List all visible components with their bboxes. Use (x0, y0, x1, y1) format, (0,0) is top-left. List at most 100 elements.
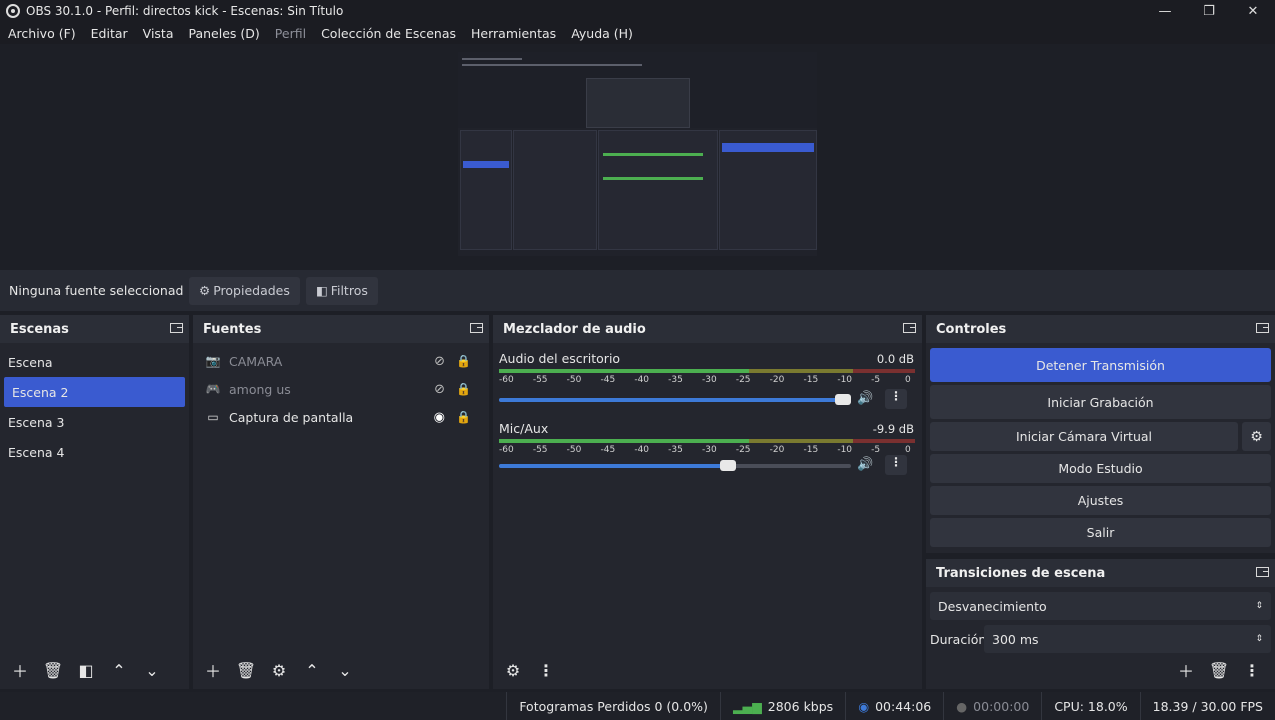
menu-paneles[interactable]: Paneles (D) (189, 26, 260, 41)
transitions-toolbar: ＋ 🗑 ⋮ (926, 651, 1275, 689)
source-toolbar: Ninguna fuente seleccionad ⚙ Propiedades … (0, 270, 1275, 311)
volume-slider[interactable] (499, 460, 851, 471)
meter-tick-label: -15 (803, 445, 819, 455)
scene-item[interactable]: Escena 3 (0, 407, 189, 437)
scene-item-selected[interactable]: Escena 2 (4, 377, 185, 407)
move-source-up-button[interactable]: ⌃ (298, 657, 326, 683)
minimize-button[interactable]: — (1143, 0, 1187, 22)
start-recording-button[interactable]: Iniciar Grabación (930, 385, 1271, 419)
transitions-title: Transiciones de escena (936, 565, 1106, 581)
stop-stream-button[interactable]: Detener Transmisión (930, 348, 1271, 382)
filters-button[interactable]: ◧ Filtros (305, 276, 378, 305)
add-scene-button[interactable]: ＋ (6, 657, 34, 683)
move-scene-down-button[interactable]: ⌄ (138, 657, 166, 683)
meter-ticks: -60 -55 -50 -45 -40 -35 -30 -25 -20 -15 -10 -5 0 (499, 445, 915, 457)
scene-item[interactable]: Escena 4 (0, 437, 189, 467)
menu-archivo[interactable]: Archivo (F) (8, 26, 76, 41)
menu-vista[interactable]: Vista (143, 26, 174, 41)
settings-button[interactable]: Ajustes (930, 486, 1271, 515)
no-source-selected-label: Ninguna fuente seleccionad (9, 283, 184, 298)
scene-filters-button[interactable]: ◧ (72, 657, 100, 683)
preview-scenes-panel (460, 130, 512, 250)
channel-menu-icon[interactable]: ⋮ (885, 455, 907, 475)
fps-status: 18.39 / 30.00 FPS (1139, 692, 1275, 720)
mixer-toolbar: ⚙ ⋮ (493, 651, 922, 689)
undock-icon[interactable] (170, 323, 183, 333)
meter-tick-label: -40 (634, 445, 650, 455)
studio-mode-button[interactable]: Modo Estudio (930, 454, 1271, 483)
undock-icon[interactable] (903, 323, 916, 333)
source-settings-button[interactable]: ⚙ (265, 657, 293, 683)
program-preview[interactable] (458, 52, 817, 256)
source-item[interactable]: 🎮 among us ⊘ 🔒 (193, 375, 489, 403)
remove-transition-button[interactable]: 🗑 (1205, 657, 1233, 683)
meter-ticks: -60 -55 -50 -45 -40 -35 -30 -25 -20 -15 -10 -5 0 (499, 375, 915, 387)
channel-db: -9.9 dB (872, 422, 914, 436)
eye-icon[interactable]: ◉ (434, 410, 445, 425)
undock-icon[interactable] (1256, 323, 1269, 333)
start-virtual-camera-button[interactable]: Iniciar Cámara Virtual (930, 422, 1238, 451)
source-item[interactable]: ▭ Captura de pantalla ◉ 🔒 (193, 403, 489, 431)
exit-button[interactable]: Salir (930, 518, 1271, 547)
menu-editar[interactable]: Editar (91, 26, 128, 41)
hidden-eye-icon[interactable]: ⊘ (434, 354, 445, 369)
spinner-arrows-icon[interactable]: ⇕ (1255, 634, 1263, 644)
meter-tick-label: -60 (499, 375, 514, 385)
preview-nested-capture (458, 52, 817, 128)
move-scene-up-button[interactable]: ⌃ (105, 657, 133, 683)
add-source-button[interactable]: ＋ (199, 657, 227, 683)
lock-icon[interactable]: 🔒 (456, 410, 471, 424)
filters-label: Filtros (330, 283, 368, 298)
move-source-down-button[interactable]: ⌄ (331, 657, 359, 683)
volume-meter (499, 369, 915, 373)
close-button[interactable]: ✕ (1231, 0, 1275, 22)
channel-menu-icon[interactable]: ⋮ (885, 389, 907, 409)
meter-tick-label: -5 (871, 445, 881, 455)
camera-icon: 📷 (205, 354, 221, 368)
speaker-icon[interactable]: 🔊 (857, 457, 873, 472)
obs-logo-icon (6, 4, 20, 18)
mixer-menu-icon[interactable]: ⋮ (532, 657, 560, 683)
virtual-camera-gear-icon[interactable]: ⚙ (1242, 422, 1271, 451)
volume-slider[interactable] (499, 394, 851, 405)
channel-name: Mic/Aux (499, 421, 549, 436)
meter-tick-label: -30 (702, 375, 717, 385)
gamepad-icon: 🎮 (205, 382, 221, 396)
scenes-header: Escenas (0, 315, 189, 343)
volume-meter (499, 439, 915, 443)
menu-herramientas[interactable]: Herramientas (471, 26, 556, 41)
maximize-button[interactable]: ❐ (1187, 0, 1231, 22)
sources-header: Fuentes (193, 315, 489, 343)
remove-scene-button[interactable]: 🗑 (39, 657, 67, 683)
remove-source-button[interactable]: 🗑 (232, 657, 260, 683)
speaker-icon[interactable]: 🔊 (857, 391, 873, 406)
properties-button[interactable]: ⚙ Propiedades (189, 276, 300, 305)
sources-title: Fuentes (203, 321, 262, 337)
menu-coleccion-escenas[interactable]: Colección de Escenas (321, 26, 456, 41)
lock-icon[interactable]: 🔒 (456, 382, 471, 396)
sources-toolbar: ＋ 🗑 ⚙ ⌃ ⌄ (193, 651, 489, 689)
lock-icon[interactable]: 🔒 (456, 354, 471, 368)
meter-tick-label: -10 (837, 375, 853, 385)
meter-tick-label: -45 (600, 375, 616, 385)
advanced-audio-gear-icon[interactable]: ⚙ (499, 657, 527, 683)
source-name: Captura de pantalla (229, 409, 354, 425)
source-item[interactable]: 📷 CAMARA ⊘ 🔒 (193, 347, 489, 375)
meter-tick-label: -10 (837, 445, 853, 455)
scene-item[interactable]: Escena (0, 347, 189, 377)
rec-time-status: ● 00:00:00 (943, 692, 1041, 720)
menu-perfil[interactable]: Perfil (275, 26, 306, 41)
menu-ayuda[interactable]: Ayuda (H) (571, 26, 633, 41)
mixer-title: Mezclador de audio (503, 321, 646, 337)
window-title: OBS 30.1.0 - Perfil: directos kick - Esc… (26, 4, 344, 18)
channel-name: Audio del escritorio (499, 351, 621, 366)
duration-spinbox[interactable]: 300 ms ⇕ (984, 625, 1271, 653)
transition-menu-icon[interactable]: ⋮ (1238, 657, 1266, 683)
record-icon: ● (956, 698, 968, 714)
undock-icon[interactable] (470, 323, 483, 333)
transition-select[interactable]: Desvanecimiento ⇕ (930, 592, 1271, 620)
hidden-eye-icon[interactable]: ⊘ (434, 382, 445, 397)
undock-icon[interactable] (1256, 567, 1269, 577)
add-transition-button[interactable]: ＋ (1172, 657, 1200, 683)
bitrate-status: ▂▄▆ 2806 kbps (719, 692, 845, 720)
